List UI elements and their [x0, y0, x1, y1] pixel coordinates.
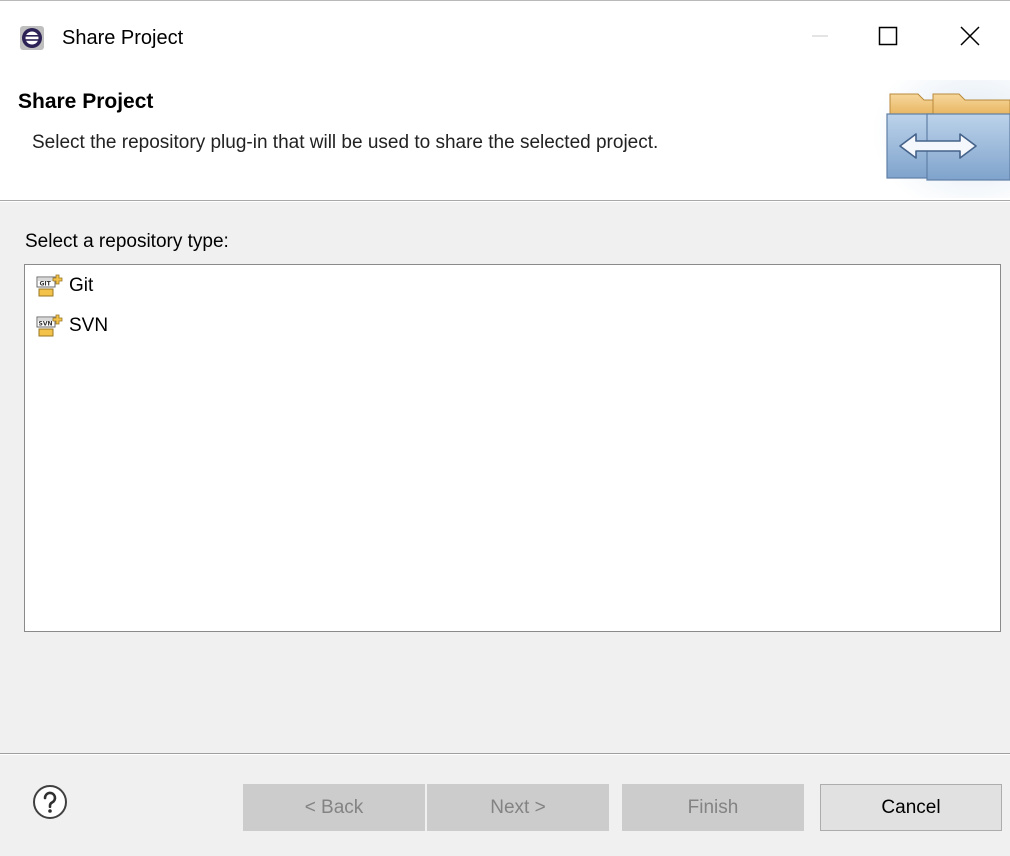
svg-text:GIT: GIT: [40, 281, 52, 288]
banner-separator-highlight: [0, 201, 1010, 202]
next-button[interactable]: Next >: [427, 784, 609, 831]
svg-text:SVN: SVN: [39, 321, 53, 328]
finish-button[interactable]: Finish: [622, 784, 804, 831]
git-repository-icon: GIT: [35, 273, 65, 299]
list-item-git[interactable]: GIT Git: [35, 271, 93, 301]
page-title: Share Project: [18, 90, 154, 113]
window-title: Share Project: [62, 27, 184, 49]
list-item-svn[interactable]: SVN SVN: [35, 311, 108, 341]
back-button[interactable]: < Back: [243, 784, 425, 831]
close-icon: [959, 25, 981, 52]
wizard-banner: Share Project Select the repository plug…: [0, 80, 1010, 200]
cancel-button[interactable]: Cancel: [820, 784, 1002, 831]
git-label: Git: [69, 275, 94, 296]
page-description: Select the repository plug-in that will …: [32, 132, 659, 153]
share-project-wizard-icon: [865, 80, 1010, 198]
help-icon[interactable]: [32, 784, 68, 820]
close-button[interactable]: [936, 0, 1004, 76]
svn-label: SVN: [69, 315, 109, 336]
eclipse-icon: [20, 26, 44, 50]
maximize-icon: [877, 25, 899, 52]
footer-separator-highlight: [0, 754, 1010, 755]
repository-type-list[interactable]: GIT Git SVN SVN: [24, 264, 1001, 632]
repository-type-label: Select a repository type:: [25, 231, 229, 252]
title-bar: Share Project: [0, 0, 1010, 80]
minimize-icon: [810, 26, 830, 51]
minimize-button[interactable]: [786, 0, 854, 76]
svn-repository-icon: SVN: [35, 313, 65, 339]
maximize-button[interactable]: [854, 0, 922, 76]
